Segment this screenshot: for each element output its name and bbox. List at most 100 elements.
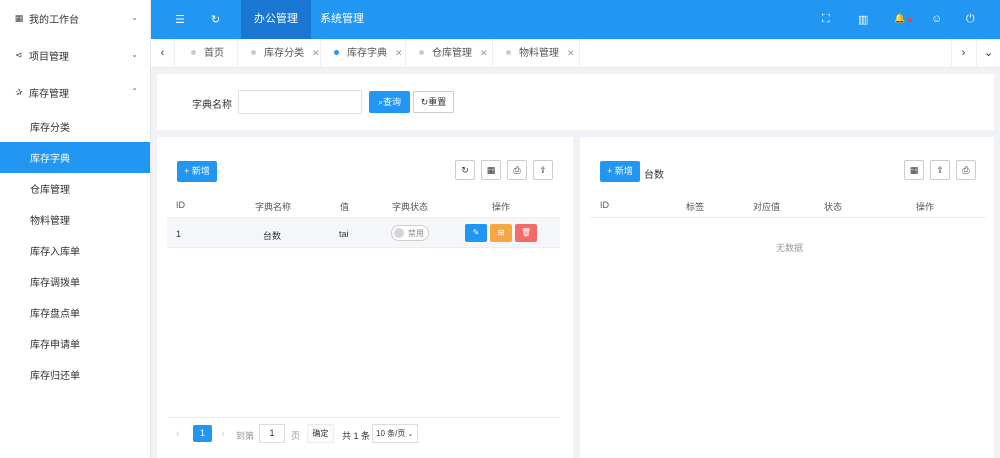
chevron-down-icon: ⌄ [407,431,414,438]
chevron-down-icon: ⌄ [131,50,138,59]
columns-icon[interactable]: ▦ [904,160,924,180]
tab-label: 物料管理 [519,48,559,59]
export-icon[interactable]: ⇪ [930,160,950,180]
close-icon[interactable]: ✕ [395,48,403,58]
column-header-value: 值 [340,202,350,212]
close-icon[interactable]: ✕ [312,48,320,58]
sidebar-item-request[interactable]: 库存申请单 [0,328,150,359]
user-icon[interactable]: ☺ [931,13,942,25]
search-label: 字典名称 [192,100,232,111]
sidebar: ▦ 我的工作台 ⌄ ⋖ 项目管理 ⌄ ✰ 库存管理 ⌃ 库存分类 库存字典 仓库… [0,0,151,458]
pagination-page-unit: 页 [291,431,301,441]
refresh-icon[interactable]: ↻ [455,160,475,180]
delete-icon: 🗑 [520,228,532,237]
reset-button[interactable]: ↻重置 [413,91,454,113]
tab-home[interactable]: 首页 [179,39,238,68]
print-icon[interactable]: ⎙ [956,160,976,180]
pagination-goto-input[interactable]: 1 [259,424,285,443]
top-navbar: ☰ ↻ 办公管理 系统管理 ⛶ ▥ 🔔 ☺ ⏻ [151,0,1000,39]
fullscreen-icon[interactable]: ⛶ [822,13,830,26]
tab-dot [506,49,511,55]
pagination-current-page[interactable]: 1 [193,425,212,442]
status-label: 禁用 [408,229,424,238]
tab-label: 仓库管理 [432,48,472,59]
tab-material[interactable]: 物料管理 ✕ [494,39,580,68]
sidebar-group-inventory[interactable]: ✰ 库存管理 ⌃ [0,74,150,111]
tab-bar: ‹ 首页 库存分类 ✕ 库存字典 ✕ 仓库管理 ✕ 物料管理 ✕ › ⌄ [151,39,1000,68]
menu-toggle-icon[interactable]: ☰ [175,13,185,26]
add-dictionary-button[interactable]: + 新增 [177,161,217,182]
power-icon[interactable]: ⏻ [966,13,975,26]
notification-dot [908,18,912,22]
export-icon[interactable]: ⇪ [533,160,553,180]
sidebar-item-transfer[interactable]: 库存调拨单 [0,266,150,297]
dictionary-panel [157,137,573,458]
page-size-select[interactable]: 10 条/页 ⌄ [372,424,418,443]
tab-more-button[interactable]: ⌄ [976,39,1000,68]
tab-dot [251,49,256,55]
bell-icon[interactable]: 🔔 [894,13,905,24]
print-icon[interactable]: ⎙ [507,160,527,180]
columns-icon[interactable]: ▦ [481,160,501,180]
sidebar-group-workbench[interactable]: ▦ 我的工作台 ⌄ [0,0,150,37]
config-button[interactable]: ⊞ [490,224,512,242]
dictionary-name-input[interactable] [238,90,362,114]
sidebar-group-label: 库存管理 [29,89,69,100]
windows-icon: ▦ [14,13,24,23]
layout-icon[interactable]: ▥ [858,13,868,26]
empty-text: 无数据 [776,243,804,253]
sidebar-group-label: 项目管理 [29,52,69,63]
close-icon[interactable]: ✕ [480,48,488,58]
pagination-total: 共 1 条 [342,431,371,441]
sidebar-item-stock-in[interactable]: 库存入库单 [0,235,150,266]
sidebar-item-material[interactable]: 物料管理 [0,204,150,235]
pagination-confirm-button[interactable]: 确定 [307,424,334,443]
sidebar-item-inventory-category[interactable]: 库存分类 [0,111,150,142]
query-button-label: 查询 [383,97,402,107]
sidebar-group-project[interactable]: ⋖ 项目管理 ⌄ [0,37,150,74]
tab-label: 库存分类 [264,48,304,59]
pagination-prev[interactable]: ‹ [176,428,180,440]
query-button[interactable]: ⌕查询 [369,91,410,113]
share-icon: ⋖ [15,50,23,60]
top-tab-office[interactable]: 办公管理 [241,0,311,39]
tab-label: 库存字典 [347,48,387,59]
toggle-knob [394,228,404,238]
pagination-next[interactable]: › [221,428,225,440]
tab-dot [419,49,424,55]
add-item-button[interactable]: + 新增 [600,161,640,182]
tab-inventory-category[interactable]: 库存分类 ✕ [239,39,321,68]
tab-prev-button[interactable]: ‹ [151,39,175,68]
tab-warehouse[interactable]: 仓库管理 ✕ [407,39,493,68]
delete-button[interactable]: 🗑 [515,224,537,242]
tab-label: 首页 [204,48,224,59]
cell-value: tai [339,229,349,239]
top-tab-system[interactable]: 系统管理 [307,0,377,39]
sidebar-item-inventory-dictionary[interactable]: 库存字典 [0,142,150,173]
pagination-goto-label: 到第 [236,431,255,441]
cell-id: 1 [176,229,182,239]
row-divider [167,247,560,248]
column-header-actions: 操作 [492,202,511,212]
reset-button-label: 重置 [428,97,447,107]
star-icon: ✰ [15,87,23,97]
close-icon[interactable]: ✕ [567,48,575,58]
page-size-value: 10 条/页 [376,429,406,438]
config-icon: ⊞ [497,228,505,237]
edit-icon: ✎ [472,228,480,237]
tab-inventory-dictionary[interactable]: 库存字典 ✕ [322,39,406,68]
column-header-name: 字典名称 [255,202,292,212]
chevron-up-icon: ⌃ [131,87,138,96]
refresh-icon[interactable]: ↻ [211,13,220,26]
status-toggle[interactable]: 禁用 [391,225,429,241]
cell-name: 台数 [263,231,282,241]
sidebar-item-warehouse[interactable]: 仓库管理 [0,173,150,204]
pagination-divider [167,417,560,418]
edit-button[interactable]: ✎ [465,224,487,242]
search-panel: 字典名称 ⌕查询 ↻重置 [157,74,994,130]
tab-next-button[interactable]: › [951,39,975,68]
column-header-id: ID [600,200,609,210]
chevron-down-icon: ⌄ [131,13,138,22]
sidebar-item-return[interactable]: 库存归还单 [0,359,150,390]
sidebar-item-stocktake[interactable]: 库存盘点单 [0,297,150,328]
